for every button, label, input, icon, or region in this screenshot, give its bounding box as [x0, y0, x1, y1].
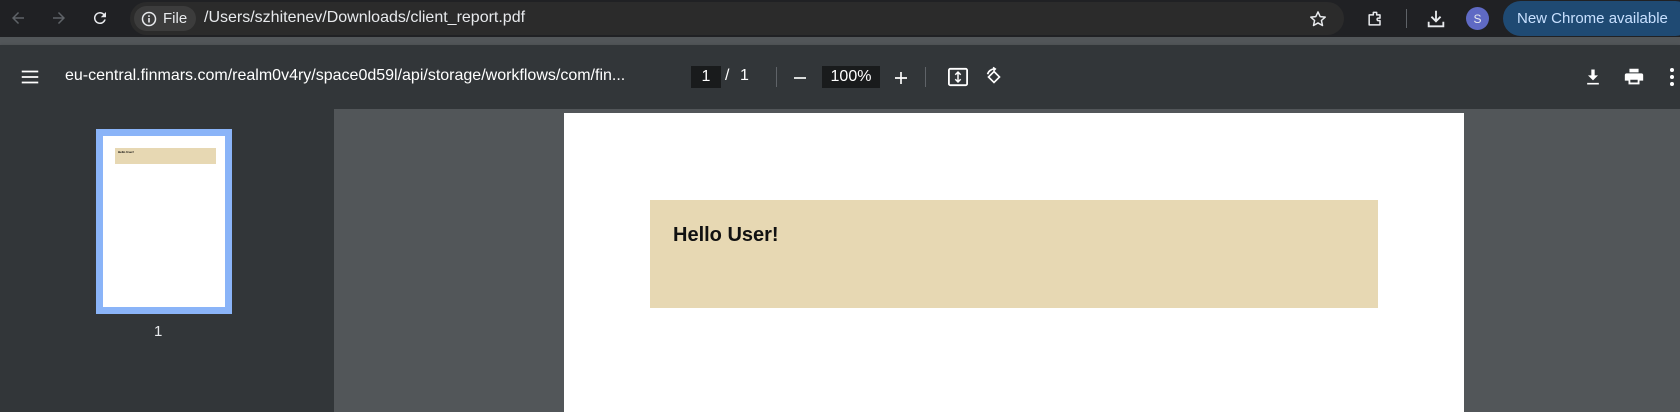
- sidebar-menu-button[interactable]: [18, 65, 42, 89]
- site-info-chip[interactable]: File: [134, 6, 196, 31]
- toolbar-divider: [1406, 9, 1407, 28]
- forward-arrow-icon: [53, 12, 65, 24]
- extensions-icon: [1368, 11, 1381, 26]
- zoom-input[interactable]: 100%: [822, 66, 880, 88]
- file-chip-label: File: [163, 10, 188, 27]
- greeting-heading: Hello User!: [673, 224, 779, 246]
- more-options-button[interactable]: [1664, 65, 1680, 89]
- pdf-toolbar: eu-central.finmars.com/realm0v4ry/space0…: [0, 45, 1680, 109]
- reload-button[interactable]: [86, 4, 114, 32]
- downloads-button[interactable]: [1423, 6, 1449, 32]
- thumbnail-sidebar: Hello User! 1: [0, 109, 334, 412]
- star-icon: [1310, 11, 1326, 27]
- toolbar-divider: [776, 67, 777, 87]
- thumbnail-page: Hello User!: [103, 136, 225, 307]
- page-separator: /: [725, 67, 730, 84]
- bookmark-button[interactable]: [1306, 7, 1330, 31]
- rotate-icon: [986, 66, 1001, 84]
- thumbnail-banner: Hello User!: [115, 148, 216, 164]
- rotate-button[interactable]: [982, 65, 1006, 89]
- print-button[interactable]: [1621, 65, 1647, 89]
- thumbnail-banner-text: Hello User!: [118, 150, 134, 154]
- zoom-in-button[interactable]: [889, 66, 913, 90]
- page-thumbnail[interactable]: Hello User!: [96, 129, 232, 314]
- extensions-button[interactable]: [1362, 6, 1388, 32]
- back-arrow-icon: [12, 12, 24, 24]
- greeting-banner: Hello User!: [650, 200, 1378, 308]
- back-button[interactable]: [4, 4, 32, 32]
- menu-icon: [21, 70, 39, 84]
- zoom-out-button[interactable]: [788, 66, 812, 90]
- fit-page-button[interactable]: [945, 65, 971, 89]
- forward-button[interactable]: [45, 4, 73, 32]
- update-chrome-button[interactable]: New Chrome available: [1503, 1, 1680, 36]
- pdf-download-icon: [1587, 69, 1599, 85]
- thumbnail-page-number: 1: [154, 323, 163, 340]
- page-number-input[interactable]: 1: [691, 66, 721, 88]
- download-icon: [1427, 10, 1445, 28]
- browser-toolbar: File /Users/szhitenev/Downloads/client_r…: [0, 0, 1680, 37]
- toolbar-divider: [925, 67, 926, 87]
- reload-icon: [93, 12, 106, 25]
- page-total: 1: [740, 67, 749, 84]
- fit-page-icon: [948, 67, 968, 87]
- zoom-in-icon: [895, 72, 907, 84]
- profile-avatar[interactable]: S: [1466, 7, 1489, 30]
- more-vert-icon: [1670, 68, 1674, 86]
- document-title: eu-central.finmars.com/realm0v4ry/space0…: [65, 67, 626, 84]
- info-icon: [141, 11, 157, 26]
- pdf-page: Hello User!: [564, 113, 1464, 412]
- zoom-out-icon: [794, 77, 806, 79]
- address-text[interactable]: /Users/szhitenev/Downloads/client_report…: [204, 9, 525, 27]
- print-icon: [1624, 68, 1644, 85]
- pdf-download-button[interactable]: [1581, 65, 1605, 89]
